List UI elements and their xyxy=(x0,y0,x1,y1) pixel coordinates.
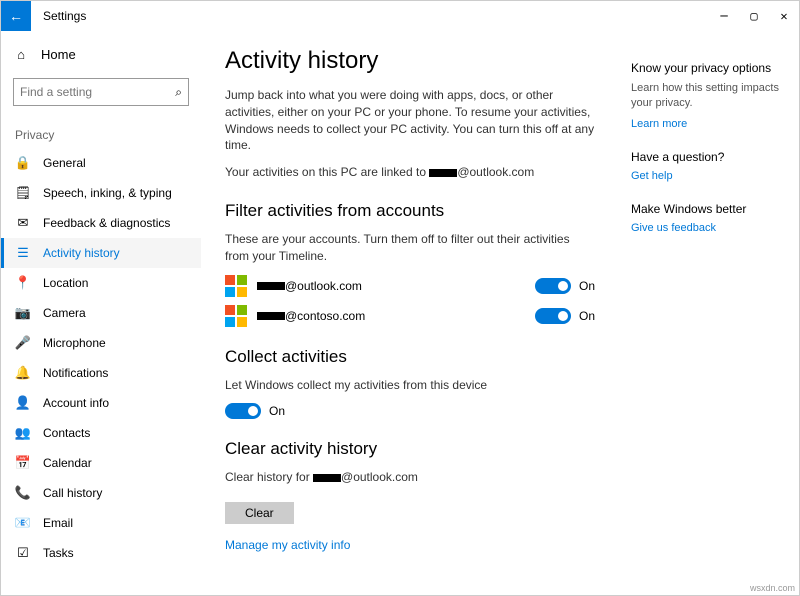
home-nav[interactable]: ⌂ Home xyxy=(1,41,201,68)
account-row: @outlook.com On xyxy=(225,275,595,297)
feedback-link[interactable]: Give us feedback xyxy=(631,222,787,234)
sidebar-item-activity-history[interactable]: ☰ Activity history xyxy=(1,238,201,268)
section-label: Privacy xyxy=(1,116,201,148)
nav-label: Activity history xyxy=(43,246,120,260)
account-email: @contoso.com xyxy=(257,309,365,323)
watermark: wsxdn.com xyxy=(750,583,795,593)
censor-bar xyxy=(429,169,457,177)
sidebar-item-tasks[interactable]: ☑ Tasks xyxy=(1,538,201,568)
titlebar: ← Settings ─ ▢ ✕ xyxy=(1,1,799,31)
nav-icon: ☑ xyxy=(15,545,31,561)
nav-label: Camera xyxy=(43,306,86,320)
sidebar-item-camera[interactable]: 📷 Camera xyxy=(1,298,201,328)
sidebar-item-contacts[interactable]: 👥 Contacts xyxy=(1,418,201,448)
close-button[interactable]: ✕ xyxy=(769,1,799,31)
nav-icon: ☰ xyxy=(15,245,31,261)
privacy-title: Know your privacy options xyxy=(631,61,787,75)
censor-bar xyxy=(313,474,341,482)
nav-label: Feedback & diagnostics xyxy=(43,216,170,230)
nav-label: Account info xyxy=(43,396,109,410)
search-icon: ⌕ xyxy=(175,85,182,100)
privacy-desc: Learn how this setting impacts your priv… xyxy=(631,81,787,112)
account-toggle[interactable] xyxy=(535,308,571,324)
account-row: @contoso.com On xyxy=(225,305,595,327)
account-toggle[interactable] xyxy=(535,278,571,294)
nav-icon: 👥 xyxy=(15,425,31,441)
learn-more-link[interactable]: Learn more xyxy=(631,118,787,130)
clear-title: Clear activity history xyxy=(225,439,595,459)
page-title: Activity history xyxy=(225,47,595,75)
sidebar-item-speech-inking-typing[interactable]: 🗒 Speech, inking, & typing xyxy=(1,178,201,208)
window-title: Settings xyxy=(43,9,86,23)
nav-label: General xyxy=(43,156,86,170)
toggle-label: On xyxy=(579,279,595,293)
nav-label: Notifications xyxy=(43,366,108,380)
minimize-button[interactable]: ─ xyxy=(709,1,739,31)
collect-toggle[interactable] xyxy=(225,403,261,419)
sidebar-item-call-history[interactable]: 📞 Call history xyxy=(1,478,201,508)
clear-desc: Clear history for @outlook.com xyxy=(225,469,595,486)
nav-label: Microphone xyxy=(43,336,106,350)
sidebar-item-notifications[interactable]: 🔔 Notifications xyxy=(1,358,201,388)
nav-icon: 🔒 xyxy=(15,155,31,171)
nav-label: Contacts xyxy=(43,426,90,440)
question-title: Have a question? xyxy=(631,150,787,164)
account-email: @outlook.com xyxy=(257,279,362,293)
nav-label: Speech, inking, & typing xyxy=(43,186,172,200)
nav-icon: 📷 xyxy=(15,305,31,321)
nav-icon: 👤 xyxy=(15,395,31,411)
nav-label: Calendar xyxy=(43,456,92,470)
nav-label: Location xyxy=(43,276,88,290)
sidebar-item-feedback-diagnostics[interactable]: ✉ Feedback & diagnostics xyxy=(1,208,201,238)
linked-text: Your activities on this PC are linked to… xyxy=(225,164,595,181)
collect-title: Collect activities xyxy=(225,347,595,367)
sidebar-item-general[interactable]: 🔒 General xyxy=(1,148,201,178)
nav-icon: 🗒 xyxy=(15,185,31,201)
microsoft-logo-icon xyxy=(225,275,247,297)
collect-desc: Let Windows collect my activities from t… xyxy=(225,377,595,394)
clear-button[interactable]: Clear xyxy=(225,502,294,524)
home-label: Home xyxy=(41,47,76,62)
maximize-button[interactable]: ▢ xyxy=(739,1,769,31)
manage-activity-link[interactable]: Manage my activity info xyxy=(225,538,595,552)
nav-label: Call history xyxy=(43,486,102,500)
sidebar-item-account-info[interactable]: 👤 Account info xyxy=(1,388,201,418)
microsoft-logo-icon xyxy=(225,305,247,327)
filter-title: Filter activities from accounts xyxy=(225,201,595,221)
nav-label: Email xyxy=(43,516,73,530)
collect-toggle-label: On xyxy=(269,404,285,418)
nav-icon: 📍 xyxy=(15,275,31,291)
main-content: Activity history Jump back into what you… xyxy=(201,31,619,595)
back-button[interactable]: ← xyxy=(1,1,31,31)
toggle-label: On xyxy=(579,309,595,323)
nav-icon: 🔔 xyxy=(15,365,31,381)
sidebar: ⌂ Home ⌕ Privacy 🔒 General 🗒 Speech, inking… xyxy=(1,31,201,595)
filter-desc: These are your accounts. Turn them off t… xyxy=(225,231,595,265)
nav-icon: 🎤 xyxy=(15,335,31,351)
aside-panel: Know your privacy options Learn how this… xyxy=(619,31,799,595)
search-box[interactable]: ⌕ xyxy=(13,78,189,106)
nav-icon: ✉ xyxy=(15,215,31,231)
better-title: Make Windows better xyxy=(631,202,787,216)
sidebar-item-location[interactable]: 📍 Location xyxy=(1,268,201,298)
sidebar-item-calendar[interactable]: 📅 Calendar xyxy=(1,448,201,478)
get-help-link[interactable]: Get help xyxy=(631,170,787,182)
nav-icon: 📅 xyxy=(15,455,31,471)
nav-label: Tasks xyxy=(43,546,74,560)
search-input[interactable] xyxy=(20,85,160,99)
sidebar-item-email[interactable]: 📧 Email xyxy=(1,508,201,538)
nav-icon: 📞 xyxy=(15,485,31,501)
nav-icon: 📧 xyxy=(15,515,31,531)
sidebar-item-microphone[interactable]: 🎤 Microphone xyxy=(1,328,201,358)
home-icon: ⌂ xyxy=(13,47,29,62)
intro-text: Jump back into what you were doing with … xyxy=(225,87,595,154)
